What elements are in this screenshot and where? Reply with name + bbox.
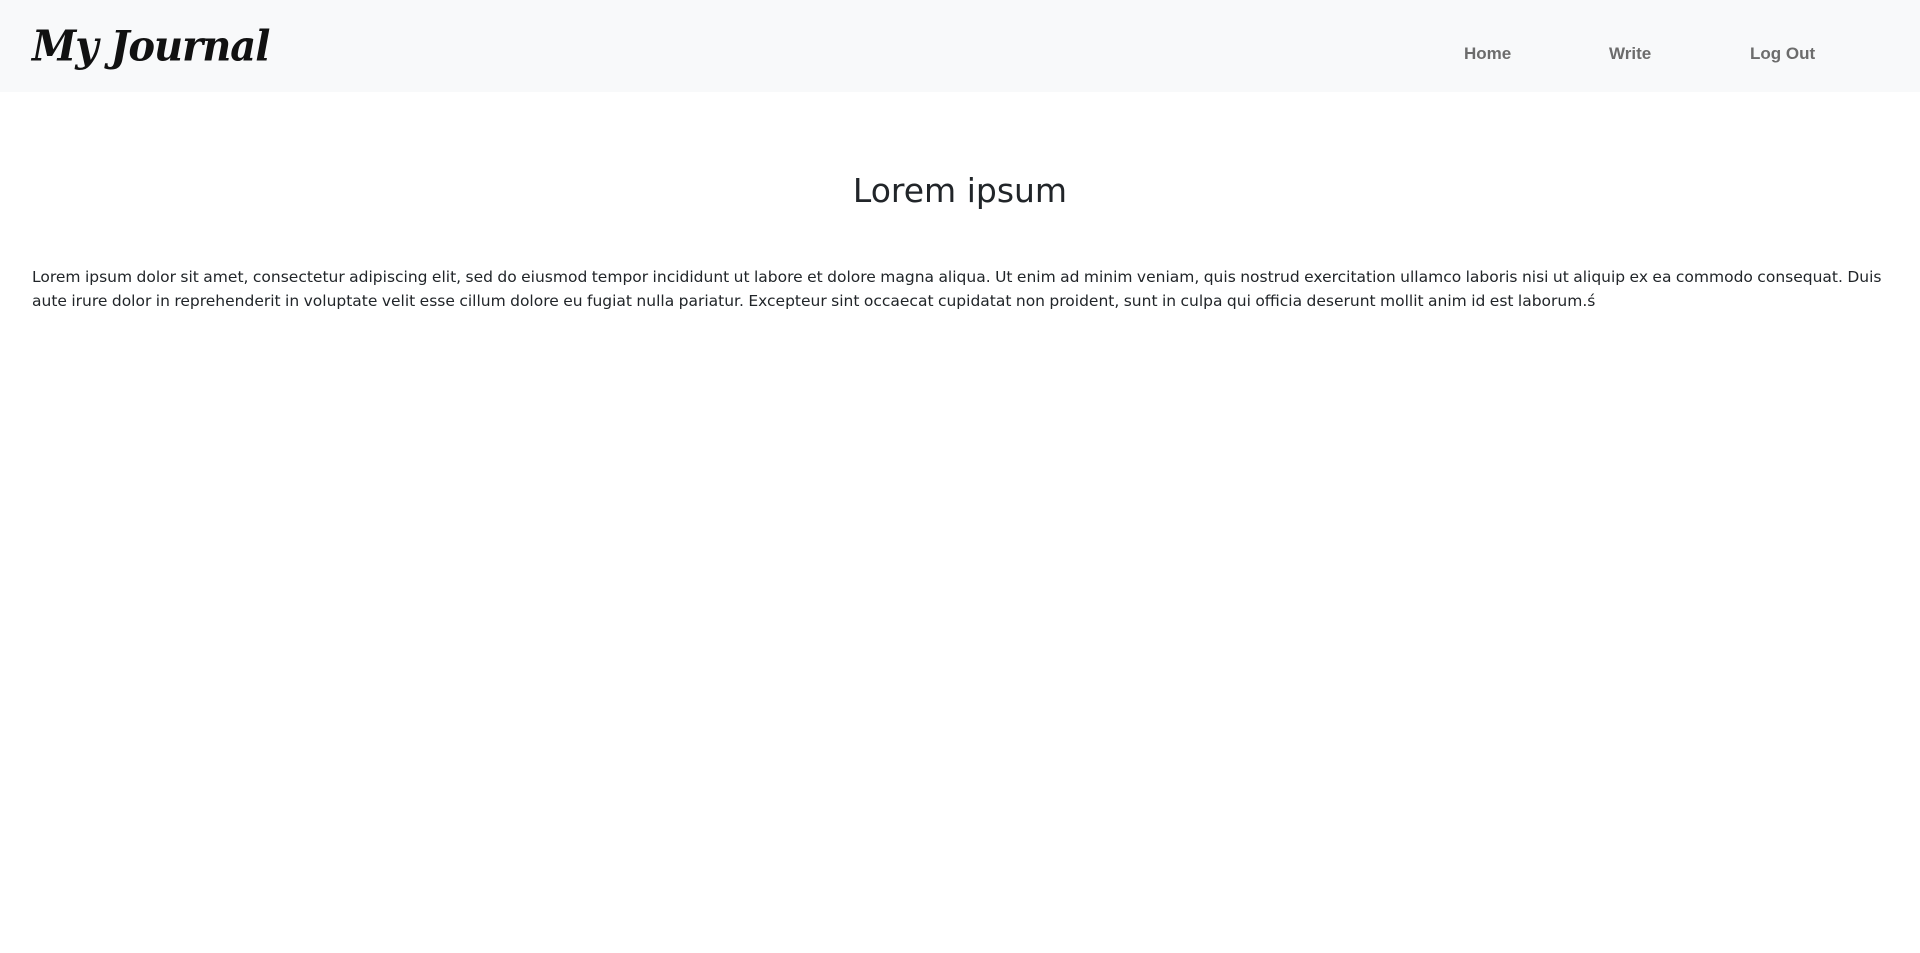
nav-link-log-out[interactable]: Log Out [1750,40,1815,68]
post-body: Lorem ipsum dolor sit amet, consectetur … [32,268,1882,310]
nav-link-write[interactable]: Write [1609,40,1651,68]
post-title: Lorem ipsum [852,171,1068,210]
nav-link-home[interactable]: Home [1464,40,1511,68]
top-navbar: My Journal Home Write Log Out [0,0,1920,92]
nav-links: Home Write Log Out [0,40,1920,68]
